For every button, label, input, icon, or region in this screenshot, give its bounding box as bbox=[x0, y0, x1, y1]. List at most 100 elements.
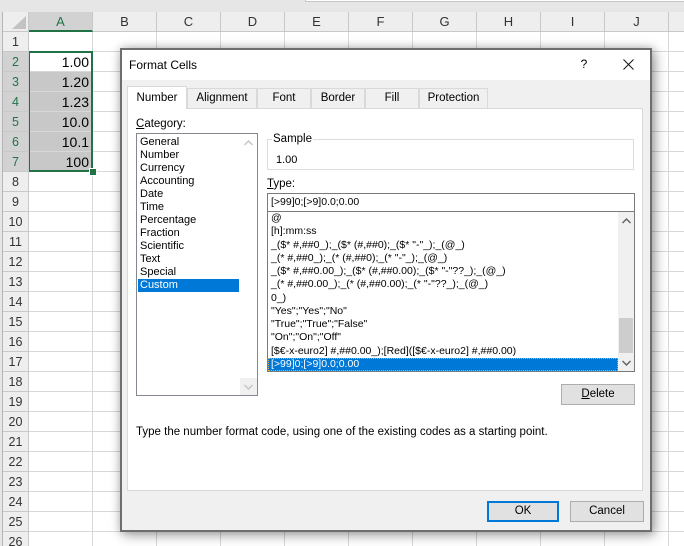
type-list-item[interactable]: [h]:mm:ss bbox=[268, 225, 618, 238]
cancel-button[interactable]: Cancel bbox=[570, 501, 644, 522]
type-scroll-down-button[interactable] bbox=[618, 354, 634, 371]
category-item-general[interactable]: General bbox=[138, 136, 239, 149]
row-header-25[interactable]: 25 bbox=[3, 512, 29, 532]
type-input[interactable]: [>99]0;[>9]0.0;0.00 bbox=[267, 193, 635, 212]
chevron-up-icon bbox=[244, 139, 253, 145]
type-list-item[interactable]: "Yes";"Yes";"No" bbox=[268, 305, 618, 318]
row-header-11[interactable]: 11 bbox=[3, 232, 29, 252]
category-item-scientific[interactable]: Scientific bbox=[138, 240, 239, 253]
row-header-17[interactable]: 17 bbox=[3, 352, 29, 372]
column-header-partial[interactable] bbox=[669, 12, 684, 32]
type-list-item[interactable]: [>99]0;[>9]0.0;0.00 bbox=[268, 357, 618, 371]
type-scroll-up-button[interactable] bbox=[618, 212, 634, 229]
type-scrollbar[interactable] bbox=[618, 212, 634, 371]
category-item-accounting[interactable]: Accounting bbox=[138, 175, 239, 188]
type-list-item[interactable]: 0_) bbox=[268, 292, 618, 305]
tab-number[interactable]: Number bbox=[127, 86, 187, 109]
gridline-vertical bbox=[668, 32, 669, 546]
category-item-number[interactable]: Number bbox=[138, 149, 239, 162]
column-header-d[interactable]: D bbox=[221, 12, 285, 32]
column-header-h[interactable]: H bbox=[477, 12, 541, 32]
row-header-5[interactable]: 5 bbox=[3, 112, 29, 132]
help-button[interactable]: ? bbox=[570, 50, 598, 78]
tab-alignment[interactable]: Alignment bbox=[187, 88, 257, 108]
row-header-8[interactable]: 8 bbox=[3, 172, 29, 192]
type-list-item[interactable]: _(* #,##0_);_(* (#,##0);_(* "-"_);_(@_) bbox=[268, 252, 618, 265]
row-header-18[interactable]: 18 bbox=[3, 372, 29, 392]
row-header-2[interactable]: 2 bbox=[3, 52, 29, 72]
row-header-6[interactable]: 6 bbox=[3, 132, 29, 152]
delete-accesskey: D bbox=[581, 388, 590, 400]
column-header-i[interactable]: I bbox=[541, 12, 605, 32]
chevron-up-icon bbox=[621, 217, 631, 223]
category-scroll-up-button[interactable] bbox=[240, 134, 257, 151]
select-all-button[interactable] bbox=[3, 12, 29, 32]
column-header-c[interactable]: C bbox=[157, 12, 221, 32]
category-item-custom[interactable]: Custom bbox=[138, 279, 239, 292]
row-header-22[interactable]: 22 bbox=[3, 452, 29, 472]
format-cells-dialog: Format Cells ? Number Alignment Font Border… bbox=[120, 48, 652, 532]
type-list-item[interactable]: _($* #,##0.00_);_($* (#,##0.00);_($* "-"… bbox=[268, 265, 618, 278]
category-label-text: ategory: bbox=[144, 118, 186, 130]
type-scroll-thumb[interactable] bbox=[619, 318, 633, 353]
type-list-item[interactable]: "True";"True";"False" bbox=[268, 318, 618, 331]
category-label: Category: bbox=[136, 117, 186, 131]
row-header-16[interactable]: 16 bbox=[3, 332, 29, 352]
row-header-21[interactable]: 21 bbox=[3, 432, 29, 452]
ok-button[interactable]: OK bbox=[487, 501, 559, 522]
category-item-fraction[interactable]: Fraction bbox=[138, 227, 239, 240]
row-header-24[interactable]: 24 bbox=[3, 492, 29, 512]
row-header-20[interactable]: 20 bbox=[3, 412, 29, 432]
row-header-14[interactable]: 14 bbox=[3, 292, 29, 312]
type-list-item[interactable]: [$€-x-euro2] #,##0.00_);[Red]([$€-x-euro… bbox=[268, 345, 618, 358]
row-header-13[interactable]: 13 bbox=[3, 272, 29, 292]
row-header-26[interactable]: 26 bbox=[3, 532, 29, 546]
type-listbox[interactable]: @ [h]:mm:ss _($* #,##0_);_($* (#,##0);_($*… bbox=[267, 211, 635, 372]
fill-handle[interactable] bbox=[89, 168, 97, 176]
type-list-item[interactable]: @ bbox=[268, 212, 618, 225]
category-listbox[interactable]: General Number Currency Accounting Date Time P… bbox=[136, 133, 258, 396]
category-item-date[interactable]: Date bbox=[138, 188, 239, 201]
type-list-item[interactable]: _(* #,##0.00_);_(* (#,##0.00);_(* "-"??_… bbox=[268, 278, 618, 291]
row-header-10[interactable]: 10 bbox=[3, 212, 29, 232]
tab-font[interactable]: Font bbox=[257, 88, 311, 108]
column-header-f[interactable]: F bbox=[349, 12, 413, 32]
row-header-9[interactable]: 9 bbox=[3, 192, 29, 212]
column-header-g[interactable]: G bbox=[413, 12, 477, 32]
selection-border bbox=[28, 51, 93, 172]
category-items: General Number Currency Accounting Date Time P… bbox=[138, 136, 239, 292]
formula-bar-input[interactable] bbox=[305, 0, 684, 2]
type-label-text: ype: bbox=[273, 178, 296, 190]
dialog-titlebar[interactable]: Format Cells ? bbox=[122, 50, 650, 80]
delete-button[interactable]: Delete bbox=[561, 384, 635, 405]
tab-protection[interactable]: Protection bbox=[419, 88, 488, 108]
category-scroll-down-button[interactable] bbox=[240, 378, 257, 395]
row-header-19[interactable]: 19 bbox=[3, 392, 29, 412]
category-item-percentage[interactable]: Percentage bbox=[138, 214, 239, 227]
category-item-special[interactable]: Special bbox=[138, 266, 239, 279]
column-header-b[interactable]: B bbox=[93, 12, 157, 32]
row-header-1[interactable]: 1 bbox=[3, 32, 29, 52]
row-header-4[interactable]: 4 bbox=[3, 92, 29, 112]
column-header-e[interactable]: E bbox=[285, 12, 349, 32]
column-header-a[interactable]: A bbox=[29, 12, 93, 32]
chevron-down-icon bbox=[244, 384, 253, 390]
row-header-3[interactable]: 3 bbox=[3, 72, 29, 92]
type-list-item[interactable]: "On";"On";"Off" bbox=[268, 331, 618, 344]
type-list-item[interactable]: _($* #,##0_);_($* (#,##0);_($* "-"_);_(@… bbox=[268, 239, 618, 252]
category-item-currency[interactable]: Currency bbox=[138, 162, 239, 175]
formula-bar-area bbox=[0, 0, 684, 12]
row-header-12[interactable]: 12 bbox=[3, 252, 29, 272]
category-scrollbar[interactable] bbox=[240, 134, 257, 395]
category-item-time[interactable]: Time bbox=[138, 201, 239, 214]
row-header-15[interactable]: 15 bbox=[3, 312, 29, 332]
dialog-title: Format Cells bbox=[129, 58, 198, 72]
tab-fill[interactable]: Fill bbox=[365, 88, 419, 108]
column-header-j[interactable]: J bbox=[605, 12, 669, 32]
row-header-7[interactable]: 7 bbox=[3, 152, 29, 172]
row-header-23[interactable]: 23 bbox=[3, 472, 29, 492]
tab-border[interactable]: Border bbox=[311, 88, 365, 108]
type-label: Type: bbox=[267, 177, 295, 191]
close-button[interactable] bbox=[605, 50, 651, 78]
category-item-text[interactable]: Text bbox=[138, 253, 239, 266]
